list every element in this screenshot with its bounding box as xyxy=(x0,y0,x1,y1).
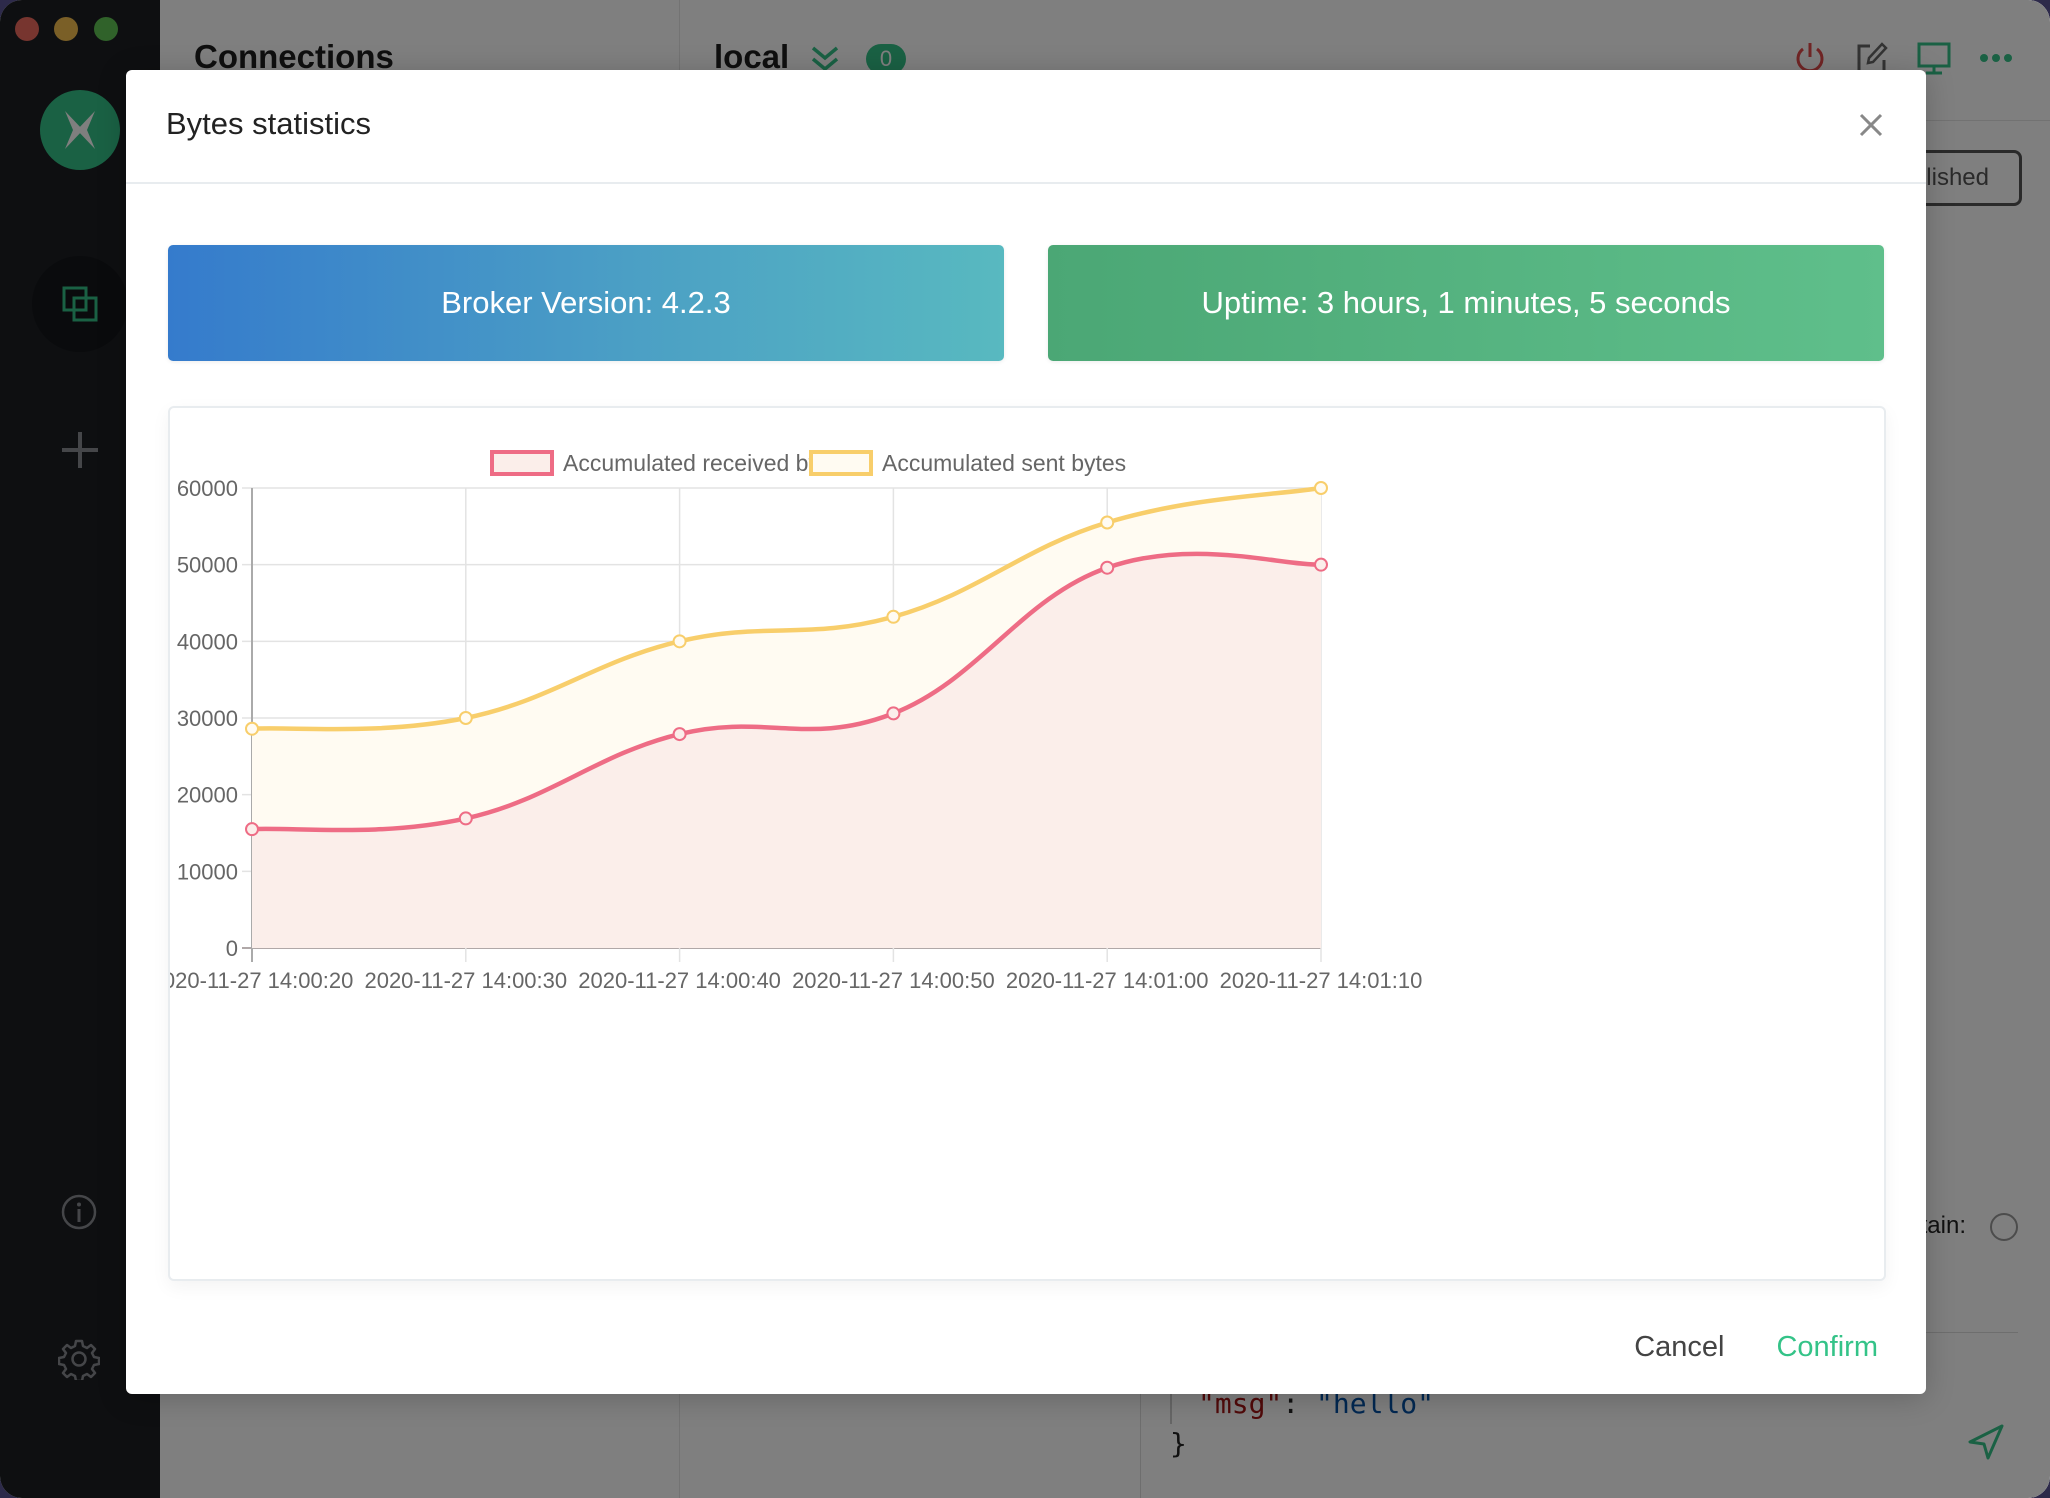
legend-label: Accumulated received bytes xyxy=(563,450,851,476)
dialog-title: Bytes statistics xyxy=(166,106,371,141)
data-point xyxy=(672,634,687,649)
x-tick-label: 2020-11-27 14:01:00 xyxy=(1006,968,1209,993)
y-tick-label: 20000 xyxy=(177,783,238,808)
x-axis-ticks: 2020-11-27 14:00:20 2020-11-27 14:00:30 20… xyxy=(170,968,1422,993)
data-point xyxy=(886,609,901,624)
data-point xyxy=(1100,515,1115,530)
legend-swatch xyxy=(809,450,873,476)
data-point xyxy=(245,822,259,837)
data-point xyxy=(1314,557,1328,572)
uptime-banner: Uptime: 3 hours, 1 minutes, 5 seconds xyxy=(1048,245,1884,361)
data-point xyxy=(245,721,259,736)
data-point xyxy=(672,727,687,742)
x-tick-label: 2020-11-27 14:00:30 xyxy=(364,968,567,993)
data-point xyxy=(458,711,473,725)
y-tick-label: 30000 xyxy=(177,706,238,731)
data-point xyxy=(1100,560,1115,575)
data-point xyxy=(886,706,901,721)
app-window: Connections local 0 Published Retain: "m… xyxy=(0,0,2050,1498)
bytes-statistics-dialog: Bytes statistics Broker Version: 4.2.3 U… xyxy=(126,70,1926,1394)
data-point xyxy=(1314,481,1328,495)
x-tick-label: 2020-11-27 14:01:10 xyxy=(1220,968,1423,993)
x-tick-label: 2020-11-27 14:00:40 xyxy=(578,968,781,993)
legend-label: Accumulated sent bytes xyxy=(882,450,1126,476)
bytes-chart: 0 10000 20000 30000 40000 50000 60000 2020-11-… xyxy=(170,450,1422,993)
bytes-chart-card: 0 10000 20000 30000 40000 50000 60000 2020-11-… xyxy=(168,406,1886,1281)
data-point xyxy=(458,811,473,826)
y-tick-label: 50000 xyxy=(177,553,238,578)
legend-swatch xyxy=(490,450,554,476)
dialog-header: Bytes statistics xyxy=(126,70,1926,184)
y-tick-label: 60000 xyxy=(177,476,238,501)
close-icon[interactable] xyxy=(1856,110,1886,140)
broker-version-banner: Broker Version: 4.2.3 xyxy=(168,245,1004,361)
confirm-button[interactable]: Confirm xyxy=(1776,1331,1878,1364)
chart-legend: Accumulated received bytes Accumulated se… xyxy=(490,450,1126,476)
dialog-footer: Cancel Confirm xyxy=(1634,1331,1878,1364)
x-tick-label: 2020-11-27 14:00:20 xyxy=(170,968,353,993)
cancel-button[interactable]: Cancel xyxy=(1634,1331,1724,1364)
y-axis-ticks: 0 10000 20000 30000 40000 50000 60000 xyxy=(177,476,238,961)
y-tick-label: 10000 xyxy=(177,859,238,884)
x-tick-label: 2020-11-27 14:00:50 xyxy=(792,968,995,993)
y-tick-label: 40000 xyxy=(177,629,238,654)
y-tick-label: 0 xyxy=(226,936,238,961)
